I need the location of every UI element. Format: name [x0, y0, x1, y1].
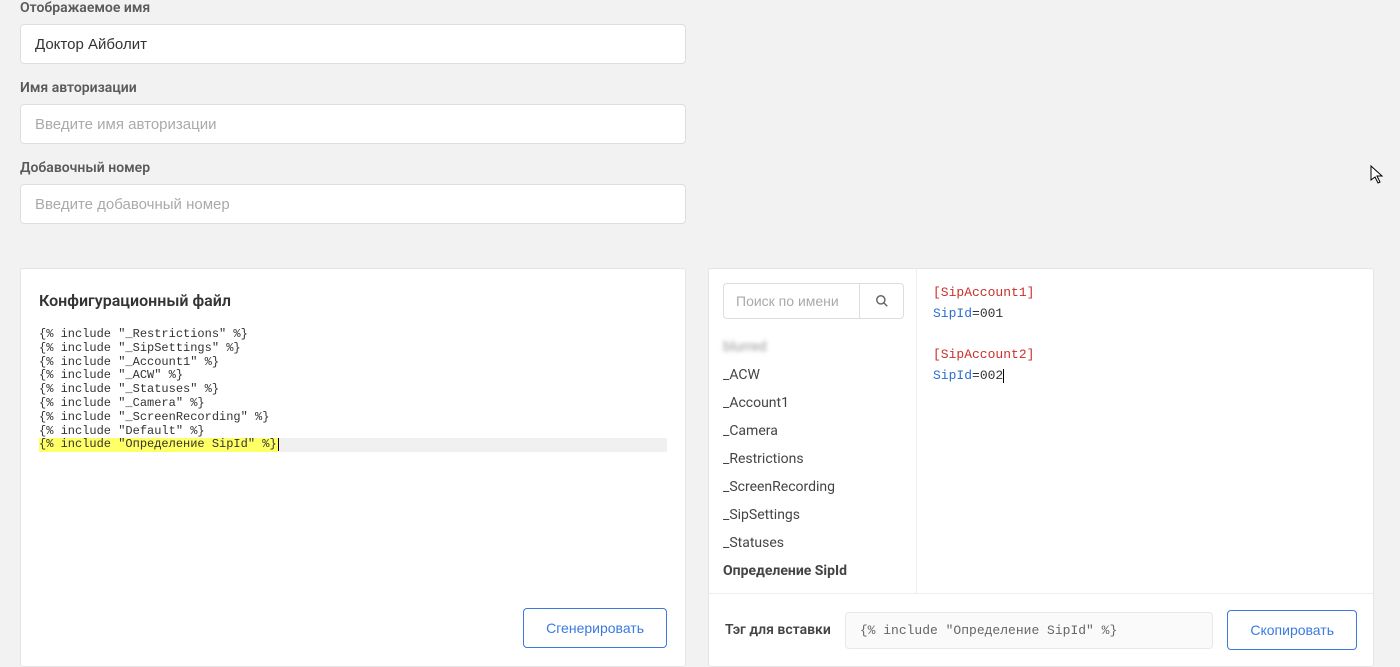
code-line: {% include "_Account1" %} [39, 356, 667, 370]
preview-kv: SipId=001 [933, 304, 1357, 325]
preview-section: [SipAccount1] [933, 283, 1357, 304]
list-item[interactable]: _Statuses [709, 529, 916, 557]
list-item[interactable]: Определение SipId [709, 557, 916, 585]
field-display-name: Отображаемое имя [20, 0, 1380, 64]
list-item[interactable]: _ScreenRecording [709, 473, 916, 501]
list-item[interactable]: _Restrictions [709, 445, 916, 473]
copy-button[interactable]: Скопировать [1227, 610, 1357, 650]
input-display-name[interactable] [20, 24, 686, 64]
input-auth-name[interactable] [20, 104, 686, 144]
field-auth-name: Имя авторизации [20, 80, 1380, 144]
label-extension: Добавочный номер [20, 160, 1380, 176]
tag-label: Тэг для вставки [725, 622, 831, 638]
list-item[interactable]: _Account1 [709, 389, 916, 417]
code-editor[interactable]: {% include "_Restrictions" %}{% include … [21, 328, 685, 590]
preview-column: [SipAccount1]SipId=001 [SipAccount2]SipI… [917, 269, 1373, 593]
tag-value: {% include "Определение SipId" %} [845, 612, 1214, 649]
list-item[interactable]: _Camera [709, 417, 916, 445]
preview-section: [SipAccount2] [933, 345, 1357, 366]
list-item[interactable]: _SipSettings [709, 501, 916, 529]
generate-button[interactable]: Сгенерировать [523, 608, 667, 648]
search-input[interactable] [723, 283, 860, 319]
input-extension[interactable] [20, 184, 686, 224]
code-line: {% include "_ACW" %} [39, 369, 667, 383]
code-line: {% include "_ScreenRecording" %} [39, 411, 667, 425]
code-line: {% include "_Restrictions" %} [39, 328, 667, 342]
code-line-active: {% include "Определение SipId" %} [39, 438, 667, 452]
editor-section: Конфигурационный файл {% include "_Restr… [0, 268, 1400, 667]
label-display-name: Отображаемое имя [20, 0, 1380, 16]
code-line: {% include "_Camera" %} [39, 397, 667, 411]
text-cursor [1003, 369, 1004, 383]
list-item[interactable]: blurred [709, 333, 916, 361]
template-list[interactable]: blurred_ACW_Account1_Camera_Restrictions… [709, 333, 916, 593]
form-section: Отображаемое имя Имя авторизации Добавоч… [0, 0, 1400, 260]
list-item[interactable]: _ACW [709, 361, 916, 389]
code-line: {% include "Default" %} [39, 425, 667, 439]
config-panel: Конфигурационный файл {% include "_Restr… [20, 268, 686, 667]
template-list-column: blurred_ACW_Account1_Camera_Restrictions… [709, 269, 917, 593]
templates-panel: blurred_ACW_Account1_Camera_Restrictions… [708, 268, 1374, 667]
label-auth-name: Имя авторизации [20, 80, 1380, 96]
preview-kv: SipId=002 [933, 366, 1357, 387]
search-button[interactable] [860, 283, 904, 319]
search-icon [875, 294, 889, 308]
code-line: {% include "_Statuses" %} [39, 383, 667, 397]
config-title: Конфигурационный файл [21, 269, 685, 328]
code-line: {% include "_SipSettings" %} [39, 342, 667, 356]
field-extension: Добавочный номер [20, 160, 1380, 224]
